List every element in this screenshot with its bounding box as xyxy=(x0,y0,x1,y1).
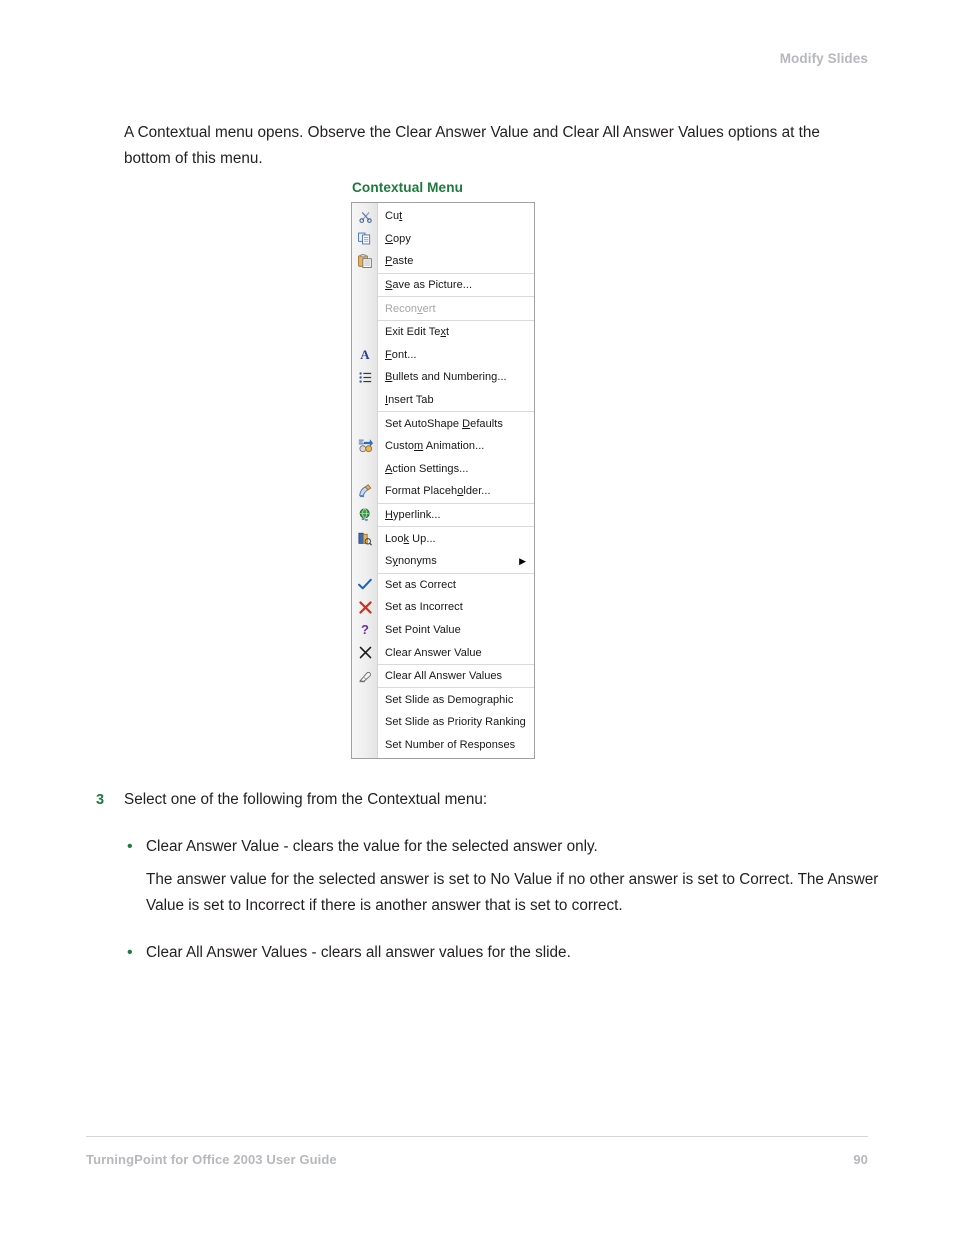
menu-item-label: Set as Correct xyxy=(385,578,457,591)
menu-item-action-settings[interactable]: Action Settings... xyxy=(352,458,534,481)
menu-item-set-slide-as-priority-ranking[interactable]: Set Slide as Priority Ranking xyxy=(352,711,534,734)
menu-item-set-slide-as-demographic[interactable]: Set Slide as Demographic xyxy=(352,688,534,711)
no-icon xyxy=(352,550,378,573)
menu-item-clear-all-answer-values[interactable]: Clear All Answer Values xyxy=(352,665,534,688)
submenu-arrow-icon: ▶ xyxy=(519,555,526,566)
menu-item-exit-edit-text[interactable]: Exit Edit Text xyxy=(352,321,534,344)
list-item: • Clear Answer Value - clears the value … xyxy=(124,834,872,860)
menu-item-set-as-correct[interactable]: Set as Correct xyxy=(352,574,534,597)
no-icon xyxy=(352,734,378,757)
list-item-subparagraph: The answer value for the selected answer… xyxy=(146,871,879,914)
font-icon: A xyxy=(360,347,370,363)
copy-icon xyxy=(352,228,378,251)
menu-item-synonyms[interactable]: Synonyms ▶ xyxy=(352,550,534,573)
check-icon xyxy=(352,574,378,597)
menu-item-bullets-and-numbering[interactable]: Bullets and Numbering... xyxy=(352,366,534,389)
no-icon xyxy=(352,321,378,344)
menu-item-label: Paste xyxy=(385,255,414,268)
menu-item-font[interactable]: A Font... xyxy=(352,344,534,367)
contextual-menu-figure: Contextual Menu Cut Copy Paste Save as P… xyxy=(351,180,535,760)
no-icon xyxy=(352,458,378,481)
menu-item-label: Synonyms xyxy=(385,555,437,568)
menu-item-insert-tab[interactable]: Insert Tab xyxy=(352,389,534,412)
step-bullet-list: • Clear Answer Value - clears the value … xyxy=(124,834,878,966)
menu-item-look-up[interactable]: Look Up... xyxy=(352,527,534,550)
question-mark-icon: ? xyxy=(361,622,369,638)
menu-item-label: Insert Tab xyxy=(385,394,434,407)
menu-item-save-as-picture[interactable]: Save as Picture... xyxy=(352,274,534,297)
menu-item-label: Save as Picture... xyxy=(385,279,473,292)
no-icon xyxy=(352,274,378,297)
no-icon xyxy=(352,297,378,320)
menu-item-custom-animation[interactable]: Custom Animation... xyxy=(352,435,534,458)
figure-caption: Contextual Menu xyxy=(352,180,464,195)
menu-item-label: Bullets and Numbering... xyxy=(385,371,507,384)
cross-red-icon xyxy=(352,596,378,619)
no-icon xyxy=(352,688,378,711)
menu-item-label: Copy xyxy=(385,232,411,245)
contextual-menu: Cut Copy Paste Save as Picture... Reconv… xyxy=(351,202,535,760)
menu-item-copy[interactable]: Copy xyxy=(352,228,534,251)
no-icon xyxy=(352,412,378,435)
menu-item-set-as-incorrect[interactable]: Set as Incorrect xyxy=(352,596,534,619)
bullets-numbering-icon xyxy=(352,366,378,389)
custom-animation-icon xyxy=(352,435,378,458)
menu-item-label: Set Slide as Demographic xyxy=(385,693,514,706)
menu-item-label: Set Slide as Priority Ranking xyxy=(385,716,526,729)
list-item-text: Clear Answer Value - clears the value fo… xyxy=(146,838,598,855)
menu-item-label: Set AutoShape Defaults xyxy=(385,417,503,430)
menu-item-set-autoshape-defaults[interactable]: Set AutoShape Defaults xyxy=(352,412,534,435)
look-up-icon xyxy=(352,527,378,550)
menu-item-label: Reconvert xyxy=(385,302,436,315)
menu-item-clear-answer-value[interactable]: Clear Answer Value xyxy=(352,641,534,664)
paste-icon xyxy=(352,250,378,273)
procedure-step-3: 3 Select one of the following from the C… xyxy=(96,787,876,813)
clear-x-icon xyxy=(352,641,378,664)
menu-item-label: Hyperlink... xyxy=(385,509,441,522)
menu-item-label: Clear Answer Value xyxy=(385,646,482,659)
footer-divider xyxy=(86,1136,868,1137)
list-item: • Clear All Answer Values - clears all a… xyxy=(124,940,872,966)
menu-item-label: Look Up... xyxy=(385,532,436,545)
page-running-header: Modify Slides xyxy=(86,50,868,68)
menu-item-label: Set Number of Responses xyxy=(385,738,516,751)
menu-item-label: Clear All Answer Values xyxy=(385,670,503,683)
menu-item-paste[interactable]: Paste xyxy=(352,250,534,273)
intro-paragraph: A Contextual menu opens. Observe the Cle… xyxy=(124,124,820,168)
step-text: Select one of the following from the Con… xyxy=(124,791,488,808)
menu-item-format-placeholder[interactable]: Format Placeholder... xyxy=(352,480,534,503)
menu-item-label: Set Point Value xyxy=(385,623,461,636)
menu-item-label: Format Placeholder... xyxy=(385,485,491,498)
hyperlink-icon xyxy=(352,504,378,527)
menu-item-label: Cut xyxy=(385,210,403,223)
bullet-glyph: • xyxy=(127,944,133,961)
menu-item-label: Set as Incorrect xyxy=(385,601,463,614)
format-placeholder-icon xyxy=(352,480,378,503)
menu-item-label: Exit Edit Text xyxy=(385,326,450,339)
eraser-icon xyxy=(352,665,378,688)
menu-item-label: Font... xyxy=(385,348,417,361)
no-icon xyxy=(352,711,378,734)
no-icon xyxy=(352,389,378,412)
step-number: 3 xyxy=(96,792,105,808)
list-item-text: Clear All Answer Values - clears all ans… xyxy=(146,944,571,961)
menu-item-set-point-value[interactable]: ? Set Point Value xyxy=(352,619,534,642)
menu-item-reconvert: Reconvert xyxy=(352,297,534,320)
menu-item-label: Action Settings... xyxy=(385,462,469,475)
footer-page-number: 90 xyxy=(853,1152,868,1167)
menu-item-set-number-of-responses[interactable]: Set Number of Responses xyxy=(352,734,534,757)
footer-guide-title: TurningPoint for Office 2003 User Guide xyxy=(86,1152,337,1167)
menu-item-hyperlink[interactable]: Hyperlink... xyxy=(352,504,534,527)
running-title: Modify Slides xyxy=(779,51,868,66)
bullet-glyph: • xyxy=(127,838,133,855)
page-footer: TurningPoint for Office 2003 User Guide … xyxy=(86,1152,868,1167)
menu-item-cut[interactable]: Cut xyxy=(352,205,534,228)
menu-item-label: Custom Animation... xyxy=(385,440,485,453)
scissors-icon xyxy=(352,205,378,228)
